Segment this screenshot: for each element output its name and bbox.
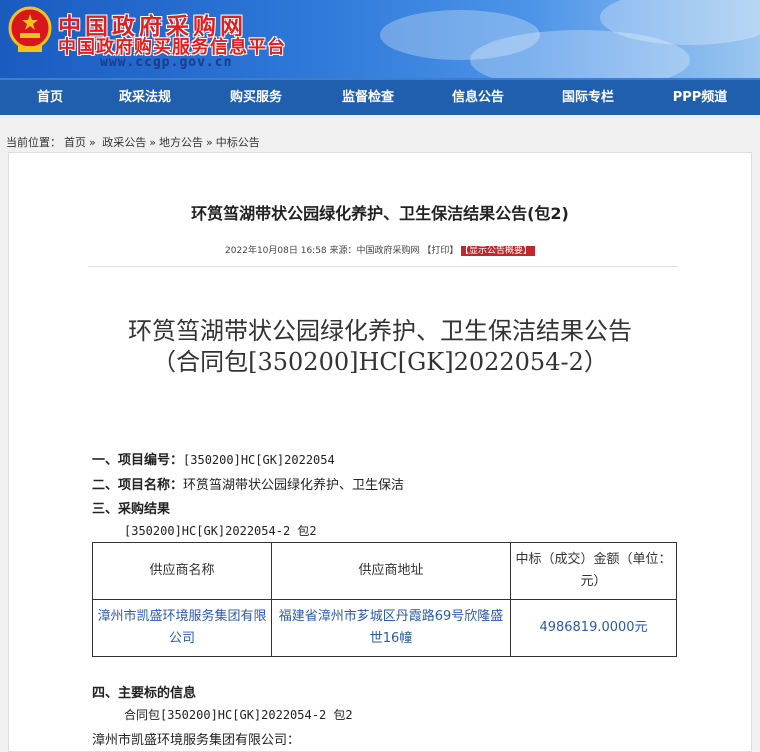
nav-regulations[interactable]: 政采法规: [95, 80, 195, 115]
nav-announcements[interactable]: 信息公告: [428, 80, 528, 115]
breadcrumb-procurement[interactable]: 政采公告: [102, 136, 146, 149]
header-amount: 中标（成交）金额（单位：元）: [510, 542, 677, 600]
result-heading: 三、采购结果: [92, 502, 171, 517]
breadcrumb-separator: »: [89, 136, 96, 149]
breadcrumb-local[interactable]: 地方公告: [159, 136, 203, 149]
supplier-address: 福建省漳州市芗城区丹霞路69号欣隆盛世16幢: [271, 599, 511, 657]
nav-international[interactable]: 国际专栏: [538, 80, 638, 115]
main-items-package: 合同包[350200]HC[GK]2022054-2 包2: [124, 708, 353, 722]
breadcrumb-award[interactable]: 中标公告: [216, 136, 260, 149]
site-banner: 中国政府采购网 中国政府购买服务信息平台 www.ccgp.gov.cn: [0, 0, 760, 78]
show-summary-button[interactable]: 【显示公告概要】: [461, 246, 535, 256]
article-title: 环筼筜湖带状公园绿化养护、卫生保洁结果公告(包2): [191, 204, 569, 223]
project-name-label: 二、项目名称：: [92, 478, 184, 493]
nav-supervision[interactable]: 监督检查: [318, 80, 418, 115]
breadcrumb: 当前位置： 首页» 政采公告» 地方公告» 中标公告: [6, 134, 263, 150]
divider: [88, 266, 678, 267]
result-table: 供应商名称 供应商地址 中标（成交）金额（单位：元） 漳州市凯盛环境服务集团有限…: [92, 542, 677, 657]
section-main-items: 四、主要标的信息: [92, 682, 196, 701]
national-emblem-icon: [8, 6, 52, 52]
table-header-row: 供应商名称 供应商地址 中标（成交）金额（单位：元）: [92, 542, 677, 600]
document-title: 环筼筜湖带状公园绿化养护、卫生保洁结果公告 （合同包[350200]HC[GK]…: [0, 316, 760, 378]
nav-purchase-services[interactable]: 购买服务: [206, 80, 306, 115]
article-source: 来源：中国政府采购网: [329, 246, 420, 256]
site-url[interactable]: www.ccgp.gov.cn: [100, 55, 232, 70]
main-nav: 首页 政采法规 购买服务 监督检查 信息公告 国际专栏 PPP频道: [0, 78, 760, 115]
main-items-company: 漳州市凯盛环境服务集团有限公司：: [92, 733, 301, 748]
result-package: [350200]HC[GK]2022054-2 包2: [124, 524, 317, 538]
document-title-line1: 环筼筜湖带状公园绿化养护、卫生保洁结果公告: [128, 317, 632, 345]
header-supplier-name: 供应商名称: [92, 542, 272, 600]
section-project-name: 二、项目名称：环筼筜湖带状公园绿化养护、卫生保洁: [92, 474, 404, 493]
header-supplier-address: 供应商地址: [271, 542, 511, 600]
award-amount: 4986819.0000元: [510, 599, 677, 657]
print-link[interactable]: 【打印】: [422, 246, 458, 256]
main-items-heading: 四、主要标的信息: [92, 686, 197, 701]
breadcrumb-separator: »: [205, 136, 213, 149]
breadcrumb-separator: »: [149, 136, 156, 149]
document-title-line2: （合同包[350200]HC[GK]2022054-2）: [152, 348, 608, 376]
section-project-number: 一、项目编号：[350200]HC[GK]2022054: [92, 449, 335, 468]
section-result-heading: 三、采购结果: [92, 498, 170, 517]
article-date: 2022年10月08日 16:58: [225, 246, 327, 256]
breadcrumb-home[interactable]: 首页: [64, 136, 86, 149]
supplier-name: 漳州市凯盛环境服务集团有限公司: [92, 599, 272, 657]
article-meta: 2022年10月08日 16:58 来源：中国政府采购网 【打印】 【显示公告概要…: [0, 243, 760, 256]
nav-ppp[interactable]: PPP频道: [650, 80, 750, 115]
nav-home[interactable]: 首页: [0, 80, 100, 115]
project-number-label: 一、项目编号：: [92, 453, 184, 468]
table-row: 漳州市凯盛环境服务集团有限公司 福建省漳州市芗城区丹霞路69号欣隆盛世16幢 4…: [92, 599, 677, 657]
project-name-value: 环筼筜湖带状公园绿化养护、卫生保洁: [183, 478, 405, 493]
project-number-value: [350200]HC[GK]2022054: [183, 453, 335, 467]
breadcrumb-prefix: 当前位置：: [6, 136, 61, 149]
